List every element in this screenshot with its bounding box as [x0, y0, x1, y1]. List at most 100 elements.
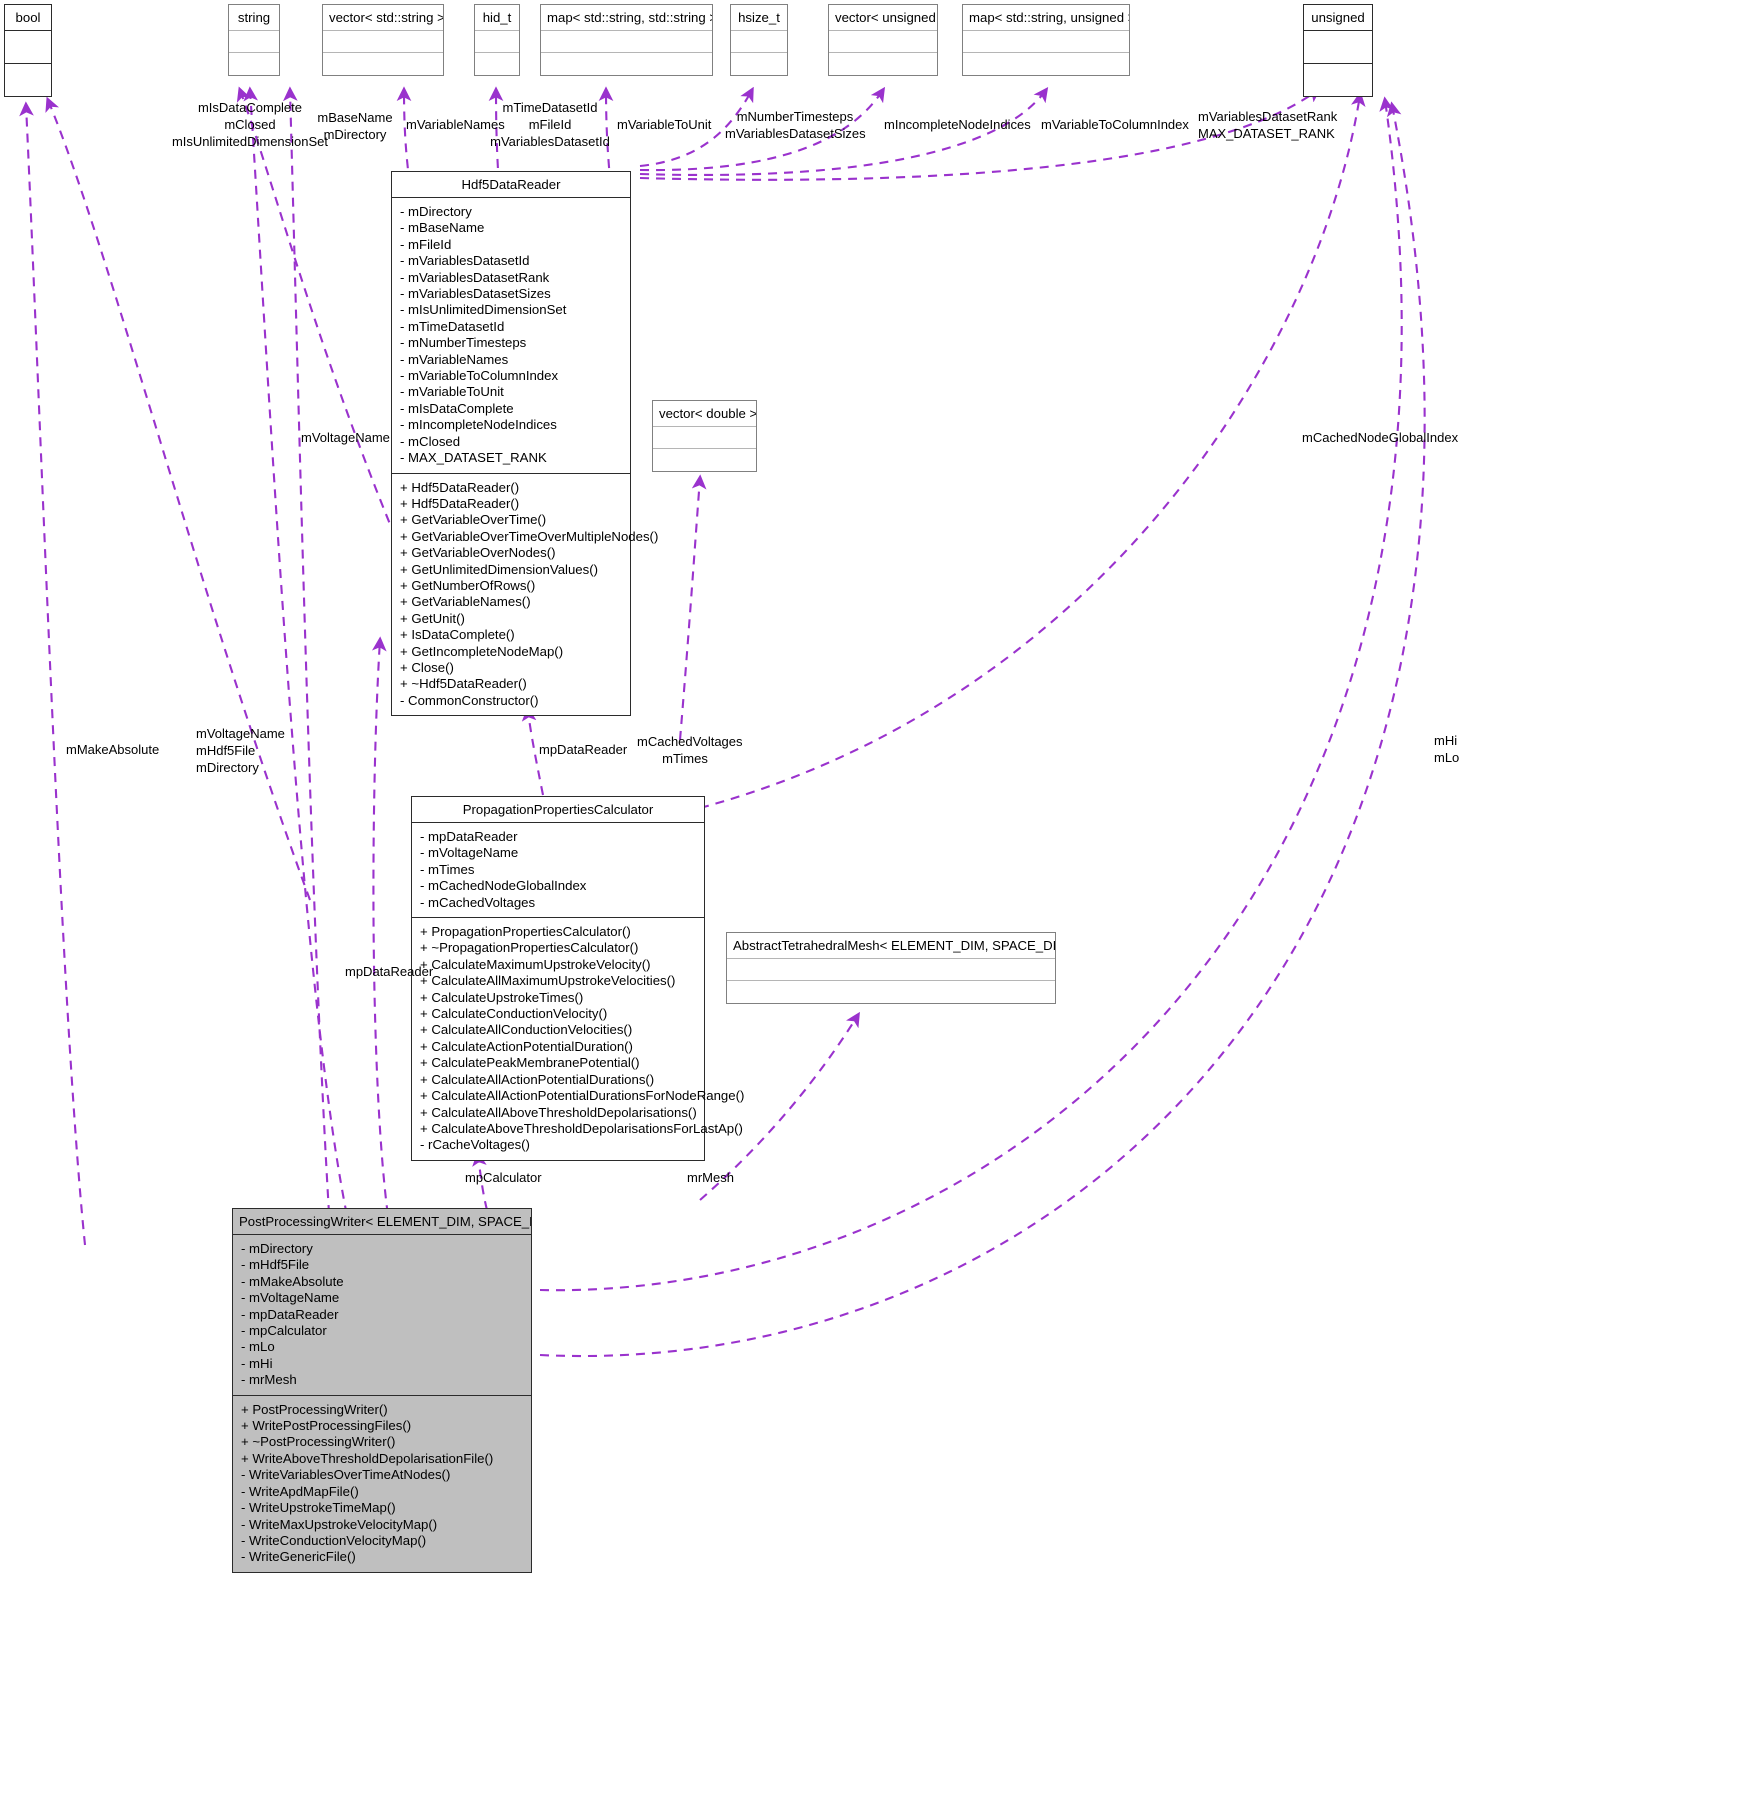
- edge-label-mrmesh: mrMesh: [687, 1169, 734, 1186]
- edge-label-text: mrMesh: [687, 1170, 734, 1185]
- edge-label-text: mVoltageName: [301, 430, 390, 445]
- node-string-attrs: [229, 31, 279, 53]
- node-hid-t-attrs: [475, 31, 519, 53]
- attribute-row: - mMakeAbsolute: [241, 1273, 344, 1289]
- attribute-row: - mrMesh: [241, 1372, 297, 1388]
- node-propagation-title: PropagationPropertiesCalculator: [412, 797, 704, 823]
- attribute-row: - mFileId: [400, 236, 452, 252]
- node-unsigned-title: unsigned: [1304, 5, 1372, 31]
- attribute-row: - mBaseName: [400, 220, 485, 236]
- edge-label-make-absolute: mMakeAbsolute: [66, 741, 159, 758]
- edge-label-text: mDirectory: [323, 127, 387, 142]
- attribute-row: - mIsDataComplete: [400, 400, 514, 416]
- node-propagationpropertiescalculator[interactable]: PropagationPropertiesCalculator - mpData…: [411, 796, 744, 1161]
- operation-row: + CalculateAllMaximumUpstrokeVelocities(…: [420, 973, 676, 989]
- node-bool[interactable]: bool: [4, 4, 52, 97]
- edge-label-text: mVariableToColumnIndex: [1041, 117, 1189, 132]
- operation-row: + GetNumberOfRows(): [400, 577, 536, 593]
- node-hid-t[interactable]: hid_t: [474, 4, 520, 76]
- node-unsigned-ops: [1304, 64, 1372, 96]
- edge-label-mpdatareader-lower: mpDataReader: [345, 963, 433, 980]
- node-abstract-mesh-ops: [727, 981, 1055, 1003]
- attribute-row: - mCachedVoltages: [420, 894, 536, 910]
- attribute-row: - mVariableToColumnIndex: [400, 368, 559, 384]
- operation-row: + GetVariableNames(): [400, 594, 531, 610]
- node-hsize-t-ops: [731, 53, 787, 75]
- edge-label-text: mLo: [1434, 750, 1460, 765]
- attribute-row: - mVariableToUnit: [400, 384, 504, 400]
- operation-row: + ~PostProcessingWriter(): [241, 1434, 396, 1450]
- node-map-string-unsigned-ops: [963, 53, 1129, 75]
- node-map-string-string[interactable]: map< std::string, std::string >: [540, 4, 713, 76]
- edge-label-text: mVariablesDatasetRank: [1198, 109, 1338, 124]
- attribute-row: - mClosed: [400, 433, 461, 449]
- operation-row: + CalculateConductionVelocity(): [420, 1006, 608, 1022]
- edge-label-text: mHi: [1434, 733, 1458, 748]
- operation-row: + CalculateUpstrokeTimes(): [420, 989, 584, 1005]
- edge-label-mpcalculator: mpCalculator: [465, 1169, 542, 1186]
- node-hid-t-ops: [475, 53, 519, 75]
- node-vector-double[interactable]: vector< double >: [652, 400, 757, 472]
- edge-label-text: mVoltageName: [196, 726, 285, 741]
- node-propagation-operations: + PropagationPropertiesCalculator() + ~P…: [412, 918, 744, 1160]
- attribute-row: - mHdf5File: [241, 1257, 310, 1273]
- node-map-string-string-title: map< std::string, std::string >: [541, 5, 712, 31]
- edge-label-text: mTimeDatasetId: [502, 100, 598, 115]
- attribute-row: - mpCalculator: [241, 1323, 327, 1339]
- node-postprocessingwriter[interactable]: PostProcessingWriter< ELEMENT_DIM, SPACE…: [232, 1208, 532, 1573]
- operation-row: + CalculateAllAboveThresholdDepolarisati…: [420, 1104, 697, 1120]
- node-map-string-unsigned[interactable]: map< std::string, unsigned >: [962, 4, 1130, 76]
- node-postprocessing-attributes: - mDirectory - mHdf5File - mMakeAbsolute…: [233, 1235, 531, 1396]
- operation-row: + GetVariableOverNodes(): [400, 545, 556, 561]
- node-vector-unsigned-ops: [829, 53, 937, 75]
- attribute-row: - mpDataReader: [241, 1306, 339, 1322]
- operation-row: - WriteGenericFile(): [241, 1549, 356, 1565]
- node-vector-double-ops: [653, 449, 756, 471]
- attribute-row: - MAX_DATASET_RANK: [400, 450, 547, 466]
- node-unsigned[interactable]: unsigned: [1303, 4, 1373, 97]
- edge-label-variable-to-column-index: mVariableToColumnIndex: [1041, 116, 1189, 133]
- node-hdf5datareader[interactable]: Hdf5DataReader - mDirectory - mBaseName …: [391, 171, 659, 717]
- node-vector-string[interactable]: vector< std::string >: [322, 4, 444, 76]
- node-string[interactable]: string: [228, 4, 280, 76]
- node-abstracttetrahedralmesh[interactable]: AbstractTetrahedralMesh< ELEMENT_DIM, SP…: [726, 932, 1056, 1004]
- node-map-string-unsigned-attrs: [963, 31, 1129, 53]
- edge-label-incomplete-node-indices: mIncompleteNodeIndices: [884, 116, 1031, 133]
- node-bool-attrs: [5, 31, 51, 64]
- attribute-row: - mVoltageName: [241, 1290, 340, 1306]
- operation-row: + Hdf5DataReader(): [400, 479, 520, 495]
- operation-row: - CommonConstructor(): [400, 692, 539, 708]
- attribute-row: - mDirectory: [400, 204, 472, 219]
- node-vector-unsigned-title: vector< unsigned >: [829, 5, 937, 31]
- node-map-string-unsigned-title: map< std::string, unsigned >: [963, 5, 1129, 31]
- node-hsize-t[interactable]: hsize_t: [730, 4, 788, 76]
- operation-row: + PropagationPropertiesCalculator(): [420, 924, 631, 940]
- node-abstract-mesh-attrs: [727, 959, 1055, 981]
- attribute-row: - mNumberTimesteps: [400, 335, 527, 351]
- edge-label-text: mpCalculator: [465, 1170, 542, 1185]
- node-vector-double-attrs: [653, 427, 756, 449]
- edge-label-text: mIncompleteNodeIndices: [884, 117, 1031, 132]
- node-vector-string-title: vector< std::string >: [323, 5, 443, 31]
- attribute-row: - mTimes: [420, 861, 475, 877]
- attribute-row: - mVariablesDatasetRank: [400, 269, 550, 285]
- attribute-row: - mCachedNodeGlobalIndex: [420, 878, 587, 894]
- operation-row: + Close(): [400, 659, 454, 675]
- operation-row: + CalculatePeakMembranePotential(): [420, 1055, 640, 1071]
- operation-row: + GetUnit(): [400, 610, 465, 626]
- operation-row: + GetVariableOverTimeOverMultipleNodes(): [400, 528, 659, 544]
- node-postprocessing-operations: + PostProcessingWriter() + WritePostProc…: [233, 1396, 531, 1572]
- edge-label-unsigned-group: mVariablesDatasetRank MAX_DATASET_RANK: [1198, 108, 1337, 142]
- node-vector-double-title: vector< double >: [653, 401, 756, 427]
- node-vector-string-ops: [323, 53, 443, 75]
- node-postprocessing-title: PostProcessingWriter< ELEMENT_DIM, SPACE…: [233, 1209, 531, 1235]
- node-vector-string-attrs: [323, 31, 443, 53]
- operation-row: + CalculateAboveThresholdDepolarisations…: [420, 1120, 743, 1136]
- operation-row: + GetUnlimitedDimensionValues(): [400, 561, 599, 577]
- operation-row: + ~PropagationPropertiesCalculator(): [420, 940, 639, 956]
- operation-row: + GetVariableOverTime(): [400, 512, 547, 528]
- operation-row: - WriteUpstrokeTimeMap(): [241, 1500, 396, 1516]
- operation-row: + CalculateMaximumUpstrokeVelocity(): [420, 956, 651, 972]
- node-vector-unsigned[interactable]: vector< unsigned >: [828, 4, 938, 76]
- attribute-row: - mIncompleteNodeIndices: [400, 417, 557, 433]
